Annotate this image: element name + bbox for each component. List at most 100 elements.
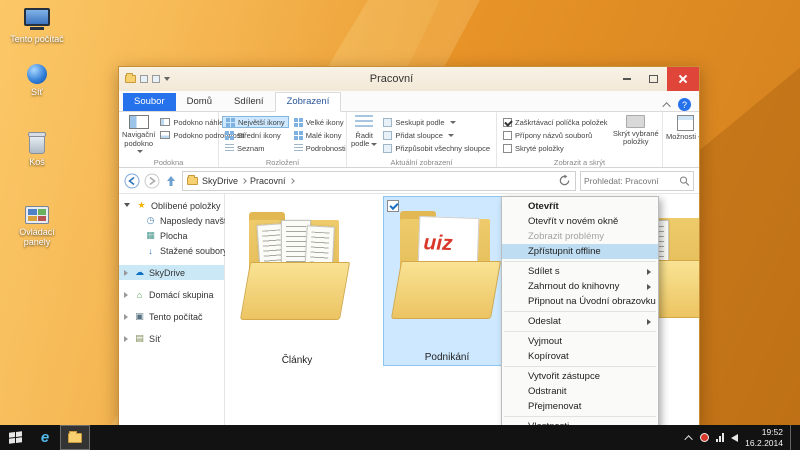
- taskbar-ie-button[interactable]: e: [30, 425, 60, 450]
- titlebar: Pracovní: [119, 67, 699, 91]
- expander-icon[interactable]: [124, 336, 128, 342]
- menu-item-share-with[interactable]: Sdílet s: [502, 264, 658, 279]
- list-view-icon: [225, 144, 234, 153]
- expander-icon[interactable]: [124, 203, 130, 210]
- control-panel-icon: [25, 206, 49, 224]
- close-button[interactable]: [667, 67, 699, 91]
- window-controls: [613, 67, 699, 91]
- menu-separator: [504, 261, 656, 262]
- checkbox-icon: [503, 144, 512, 153]
- sidebar-item-desktop[interactable]: ▦ Plocha: [119, 228, 224, 243]
- menu-item-open[interactable]: Otevřít: [502, 199, 658, 214]
- volume-icon[interactable]: [731, 434, 738, 442]
- search-input[interactable]: [584, 176, 679, 186]
- group-by-button[interactable]: Seskupit podle: [380, 116, 493, 128]
- fit-columns-button[interactable]: Přizpůsobit všechny sloupce: [380, 142, 493, 154]
- collapse-ribbon-icon[interactable]: [662, 102, 670, 110]
- qat-button-icon[interactable]: [140, 75, 148, 83]
- menu-item-copy[interactable]: Kopírovat: [502, 349, 658, 364]
- help-icon[interactable]: ?: [678, 98, 691, 111]
- show-hidden-icons[interactable]: [685, 435, 693, 443]
- maximize-button[interactable]: [640, 67, 667, 91]
- ribbon-tab-bar: Soubor Domů Sdílení Zobrazení ?: [119, 91, 699, 112]
- sidebar-item-downloads[interactable]: ↓ Stažené soubory: [119, 243, 224, 258]
- menu-item-open-new-window[interactable]: Otevřít v novém okně: [502, 214, 658, 229]
- menu-item-make-available-offline[interactable]: Zpřístupnit offline: [502, 244, 658, 259]
- expander-icon[interactable]: [124, 314, 128, 320]
- desktop-icon-network[interactable]: Síť: [6, 64, 68, 97]
- sidebar-item-homegroup[interactable]: ⌂ Domácí skupina: [119, 287, 224, 302]
- folder-icon: [241, 204, 353, 334]
- tab-home[interactable]: Domů: [176, 93, 223, 111]
- icons-view-icon: [226, 118, 235, 127]
- desktop-icon-this-pc[interactable]: Tento počítač: [6, 8, 68, 44]
- back-button[interactable]: [124, 173, 140, 189]
- view-list[interactable]: Seznam: [222, 142, 289, 154]
- breadcrumb[interactable]: SkyDrive Pracovní: [182, 171, 576, 191]
- tab-share[interactable]: Sdílení: [223, 93, 275, 111]
- file-list[interactable]: Články uiz Podnikání: [225, 194, 699, 426]
- explorer-window: Pracovní Soubor Domů Sdílení Zobrazení ?…: [118, 66, 700, 427]
- menu-item-include-in-library[interactable]: Zahrnout do knihovny: [502, 279, 658, 294]
- hidden-items-checkbox[interactable]: Skryté položky: [500, 142, 611, 154]
- show-desktop-button[interactable]: [790, 425, 796, 450]
- desktop-icon-label: Koš: [6, 157, 68, 167]
- desktop-icon-recycle-bin[interactable]: Koš: [6, 134, 68, 167]
- breadcrumb-pracovni[interactable]: Pracovní: [250, 176, 286, 186]
- menu-item-delete[interactable]: Odstranit: [502, 384, 658, 399]
- forward-button[interactable]: [144, 173, 160, 189]
- ribbon-group-panes: Navigační podokno Podokno náhledu Podokn…: [119, 112, 219, 167]
- sidebar-item-recent[interactable]: ◷ Naposledy navštívené: [119, 213, 224, 228]
- refresh-icon[interactable]: [558, 174, 571, 187]
- expander-icon[interactable]: [124, 270, 128, 276]
- network-tray-icon[interactable]: [716, 433, 724, 442]
- tab-view[interactable]: Zobrazení: [275, 92, 342, 112]
- view-details[interactable]: Podrobnosti: [291, 142, 349, 154]
- folder-label: Podnikání: [384, 352, 510, 363]
- sort-by-button[interactable]: Řadit podle: [350, 114, 378, 156]
- minimize-button[interactable]: [613, 67, 640, 91]
- globe-icon: [27, 64, 47, 84]
- menu-item-rename[interactable]: Přejmenovat: [502, 399, 658, 414]
- folder-podnikani[interactable]: uiz Podnikání: [383, 196, 511, 366]
- start-button[interactable]: [0, 425, 30, 450]
- view-extra-large-icons[interactable]: Největší ikony: [222, 116, 289, 128]
- file-extensions-checkbox[interactable]: Přípony názvů souborů: [500, 129, 611, 141]
- group-label: Aktuální zobrazení: [347, 158, 496, 167]
- item-checkboxes-checkbox[interactable]: Zaškrtávací políčka položek: [500, 116, 611, 128]
- menu-item-create-shortcut[interactable]: Vytvořit zástupce: [502, 369, 658, 384]
- view-medium-icons[interactable]: Střední ikony: [222, 129, 289, 141]
- expander-icon[interactable]: [124, 292, 128, 298]
- alert-icon[interactable]: [700, 433, 709, 442]
- menu-item-pin-to-start[interactable]: Připnout na Úvodní obrazovku: [502, 294, 658, 309]
- add-columns-button[interactable]: Přidat sloupce: [380, 129, 493, 141]
- sidebar-item-skydrive[interactable]: ☁ SkyDrive: [119, 265, 224, 280]
- hide-selected-button[interactable]: Skrýt vybrané položky: [613, 114, 659, 156]
- windows-logo-icon: [9, 431, 22, 444]
- chevron-down-icon: [137, 150, 143, 153]
- tab-file[interactable]: Soubor: [123, 93, 176, 111]
- taskbar-explorer-button[interactable]: [60, 425, 90, 450]
- search-box[interactable]: [580, 171, 694, 191]
- sidebar-item-favorites[interactable]: ★ Oblíbené položky: [119, 198, 224, 213]
- quick-access-toolbar[interactable]: [119, 75, 170, 83]
- folder-clanky[interactable]: Články: [233, 198, 361, 368]
- menu-item-cut[interactable]: Vyjmout: [502, 334, 658, 349]
- icons-view-icon: [294, 131, 303, 140]
- view-small-icons[interactable]: Malé ikony: [291, 129, 349, 141]
- desktop-icon-label: Ovládací panely: [6, 227, 68, 248]
- sidebar-item-network[interactable]: ▤ Síť: [119, 331, 224, 346]
- menu-item-send-to[interactable]: Odeslat: [502, 314, 658, 329]
- sidebar-item-this-pc[interactable]: ▣ Tento počítač: [119, 309, 224, 324]
- taskbar-clock[interactable]: 19:52 16.2.2014: [745, 427, 783, 447]
- options-button[interactable]: Možnosti: [666, 114, 699, 156]
- navigation-pane: ★ Oblíbené položky ◷ Naposledy navštíven…: [119, 194, 225, 426]
- qat-button-icon[interactable]: [152, 75, 160, 83]
- navigation-pane-button[interactable]: Navigační podokno: [122, 114, 155, 156]
- view-large-icons[interactable]: Velké ikony: [291, 116, 349, 128]
- window-title: Pracovní: [170, 73, 613, 85]
- desktop-icon-control-panel[interactable]: Ovládací panely: [6, 206, 68, 248]
- breadcrumb-skydrive[interactable]: SkyDrive: [202, 176, 238, 186]
- group-by-icon: [383, 118, 392, 127]
- up-button[interactable]: [164, 174, 178, 188]
